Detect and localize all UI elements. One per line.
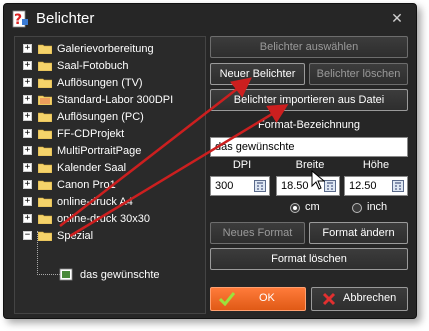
checkmark-icon bbox=[219, 292, 235, 306]
close-icon: ✕ bbox=[391, 10, 403, 26]
calculator-icon[interactable] bbox=[254, 180, 266, 192]
import-exposer-button[interactable]: Belichter importieren aus Datei bbox=[210, 89, 408, 111]
calculator-icon[interactable] bbox=[324, 180, 336, 192]
height-label: Höhe bbox=[362, 159, 390, 171]
tree-item-label: Auflösungen (TV) bbox=[57, 77, 143, 89]
expand-icon[interactable]: + bbox=[23, 163, 32, 172]
expand-icon[interactable]: + bbox=[23, 61, 32, 70]
folder-icon bbox=[38, 78, 52, 88]
new-exposer-button[interactable]: Neuer Belichter bbox=[210, 63, 305, 85]
folder-icon bbox=[38, 146, 52, 156]
cross-icon bbox=[322, 292, 336, 306]
cancel-button[interactable]: Abbrechen bbox=[311, 287, 408, 311]
folder-icon bbox=[38, 129, 52, 139]
dpi-label: DPI bbox=[232, 159, 252, 171]
expand-icon[interactable]: + bbox=[23, 129, 32, 138]
tree-item-label: Galerievorbereitung bbox=[57, 43, 154, 55]
expand-icon[interactable]: + bbox=[23, 146, 32, 155]
exposer-tree[interactable]: + Galerievorbereitung + Saal-Fotobuch + … bbox=[14, 36, 206, 314]
change-format-button[interactable]: Format ändern bbox=[309, 222, 408, 244]
ok-button-label: OK bbox=[259, 292, 275, 304]
unit-cm-radio[interactable] bbox=[290, 203, 300, 213]
tree-item-label: Auflösungen (PC) bbox=[57, 111, 144, 123]
close-button[interactable]: ✕ bbox=[386, 8, 408, 28]
folder-icon bbox=[38, 214, 52, 224]
tree-item-label: Standard-Labor 300DPI bbox=[57, 94, 174, 106]
dpi-value: 300 bbox=[215, 180, 234, 192]
height-value: 12.50 bbox=[349, 180, 377, 192]
width-label: Breite bbox=[295, 159, 325, 171]
select-exposer-button[interactable]: Belichter auswählen bbox=[210, 36, 408, 58]
expand-icon[interactable]: + bbox=[23, 112, 32, 121]
tree-item-label: Kalender Saal bbox=[57, 162, 127, 174]
folder-icon bbox=[38, 180, 52, 190]
striped-folder-icon bbox=[38, 95, 52, 105]
app-question-icon: ? bbox=[12, 10, 28, 28]
tree-item-label: Canon Pro1 bbox=[57, 179, 116, 191]
dpi-input[interactable]: 300 bbox=[210, 176, 270, 196]
cancel-button-label: Abbrechen bbox=[343, 292, 397, 304]
title-bar[interactable]: ? Belichter ✕ bbox=[4, 4, 416, 34]
new-format-button[interactable]: Neues Format bbox=[210, 222, 305, 244]
tree-item-label: das gewünschte bbox=[78, 267, 162, 283]
tree-item-label: online-druck A4 bbox=[57, 196, 133, 208]
open-folder-icon bbox=[38, 231, 52, 241]
unit-inch-label: inch bbox=[367, 201, 388, 213]
delete-exposer-button[interactable]: Belichter löschen bbox=[309, 63, 408, 85]
folder-icon bbox=[38, 61, 52, 71]
expand-icon[interactable]: + bbox=[23, 214, 32, 223]
tree-item-label: Saal-Fotobuch bbox=[57, 60, 129, 72]
expand-icon[interactable]: + bbox=[23, 95, 32, 104]
expand-icon[interactable]: + bbox=[23, 180, 32, 189]
window-title: Belichter bbox=[36, 10, 95, 27]
expand-icon[interactable]: + bbox=[23, 197, 32, 206]
folder-icon bbox=[38, 44, 52, 54]
delete-format-button[interactable]: Format löschen bbox=[210, 248, 408, 270]
unit-cm-label: cm bbox=[305, 201, 320, 213]
width-input[interactable]: 18.50 bbox=[276, 176, 340, 196]
folder-icon bbox=[38, 112, 52, 122]
svg-text:?: ? bbox=[14, 12, 22, 28]
expand-icon[interactable]: + bbox=[23, 44, 32, 53]
tree-item-label: Spezial bbox=[57, 230, 94, 242]
folder-icon bbox=[38, 197, 52, 207]
folder-icon bbox=[38, 163, 52, 173]
width-value: 18.50 bbox=[281, 180, 309, 192]
collapse-icon[interactable]: − bbox=[23, 231, 32, 240]
format-name-input[interactable]: das gewünschte bbox=[210, 137, 408, 157]
tree-item-label: MultiPortraitPage bbox=[57, 145, 142, 157]
expand-icon[interactable]: + bbox=[23, 78, 32, 87]
ok-button[interactable]: OK bbox=[210, 287, 306, 311]
format-name-heading: Format-Bezeichnung bbox=[210, 119, 408, 131]
calculator-icon[interactable] bbox=[392, 180, 404, 192]
tree-item-label: FF-CDProjekt bbox=[57, 128, 125, 140]
tree-item-label: online-druck 30x30 bbox=[57, 213, 150, 225]
height-input[interactable]: 12.50 bbox=[344, 176, 408, 196]
document-icon bbox=[59, 268, 73, 281]
unit-inch-radio[interactable] bbox=[352, 203, 362, 213]
exposer-dialog: ? Belichter ✕ + Galerievorbereitung + Sa… bbox=[3, 3, 417, 319]
